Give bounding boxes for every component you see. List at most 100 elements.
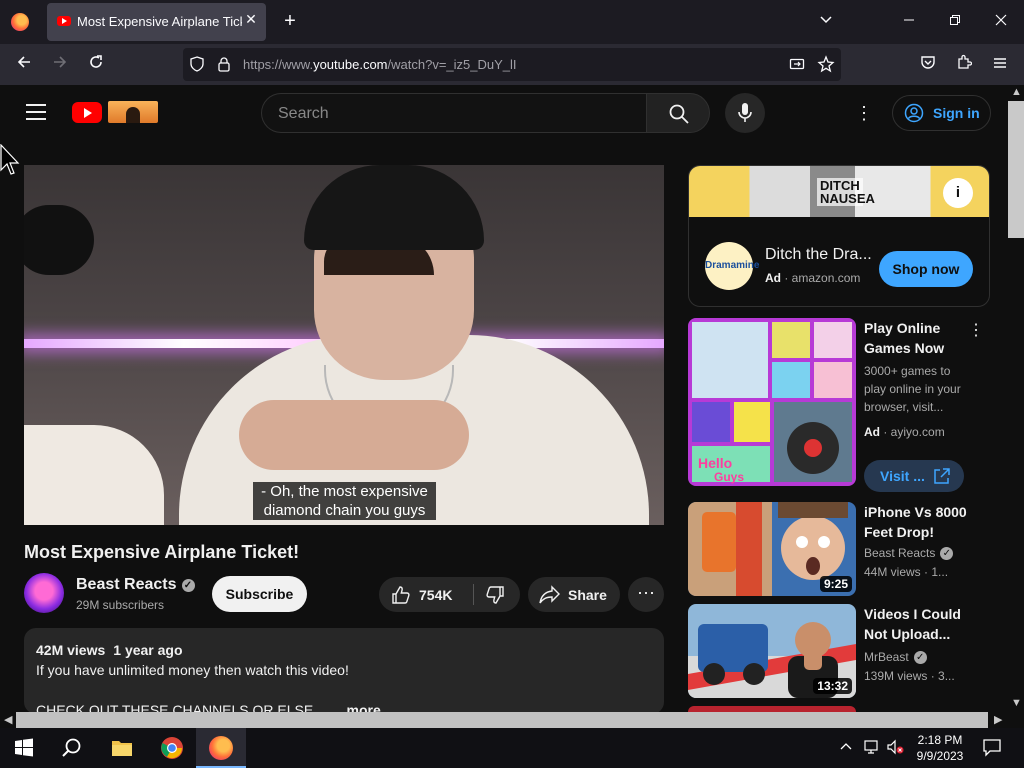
- channel-avatar[interactable]: [24, 573, 64, 613]
- file-explorer-icon[interactable]: [110, 736, 134, 760]
- youtube-header: Search ⋮ Sign in: [0, 85, 1008, 141]
- video-title: Most Expensive Airplane Ticket!: [24, 542, 300, 562]
- reload-icon[interactable]: [84, 53, 108, 77]
- sign-in-button[interactable]: Sign in: [892, 95, 991, 131]
- settings-kebab-icon[interactable]: ⋮: [852, 101, 876, 125]
- advertiser-logo: Dramamine: [705, 242, 759, 290]
- description-meta: 42M views 1 year ago: [36, 642, 183, 658]
- video-player[interactable]: - Oh, the most expensive diamond chain y…: [24, 165, 664, 525]
- related-video-title[interactable]: Videos I Could Not Upload...: [864, 604, 974, 644]
- tab-title: Most Expensive Airplane Ticket!: [77, 14, 242, 29]
- new-tab-button[interactable]: +: [279, 10, 301, 32]
- url-text[interactable]: https://www.youtube.com/watch?v=_iz5_DuY…: [243, 57, 517, 72]
- close-window-icon[interactable]: [989, 10, 1013, 32]
- ad-meta: Ad · amazon.com: [765, 271, 861, 285]
- app-menu-icon[interactable]: [988, 53, 1012, 77]
- youtube-logo-icon[interactable]: [72, 102, 102, 123]
- voice-search-button[interactable]: [725, 93, 765, 133]
- like-count: 754K: [419, 587, 453, 603]
- horizontal-scroll-thumb[interactable]: [16, 712, 988, 728]
- firefox-icon[interactable]: [11, 13, 29, 31]
- caption-line-1: - Oh, the most expensive: [261, 483, 428, 500]
- related-video-channel[interactable]: Beast Reacts ✓: [864, 546, 954, 560]
- visit-site-button[interactable]: Visit ...: [864, 460, 964, 492]
- mouse-cursor-icon: [0, 144, 20, 175]
- games-ad-domain: ayiyo.com: [890, 425, 945, 439]
- scroll-up-arrow-icon[interactable]: ▲: [1011, 86, 1022, 98]
- minimize-window-icon[interactable]: [897, 10, 921, 32]
- permissions-icon[interactable]: [789, 56, 805, 77]
- shop-now-button[interactable]: Shop now: [879, 251, 973, 287]
- chrome-icon[interactable]: [160, 736, 184, 760]
- search-placeholder: Search: [278, 105, 329, 122]
- external-link-icon: [934, 468, 950, 484]
- search-button[interactable]: [646, 93, 710, 133]
- games-ad-kebab-icon[interactable]: ⋮: [968, 320, 984, 340]
- microphone-icon: [738, 103, 752, 122]
- sidebar-games-ad[interactable]: Hello Guys Play Online Games Now ⋮ 3000+…: [688, 318, 993, 494]
- search-icon[interactable]: [60, 736, 84, 760]
- taskbar-clock[interactable]: 2:18 PM 9/9/2023: [912, 732, 968, 764]
- games-ad-title[interactable]: Play Online Games Now: [864, 318, 974, 358]
- related-video-thumbnail[interactable]: 9:25: [688, 502, 856, 596]
- ad-banner-image[interactable]: DITCH NAUSEA i: [689, 166, 989, 217]
- clock-date: 9/9/2023: [916, 749, 964, 763]
- scroll-right-arrow-icon[interactable]: ▶: [994, 713, 1002, 726]
- volume-muted-icon[interactable]: [886, 739, 904, 760]
- firefox-taskbar-button[interactable]: [196, 728, 246, 768]
- windows-start-icon[interactable]: [12, 736, 36, 760]
- tracking-protection-shield-icon[interactable]: [189, 56, 205, 77]
- vertical-scroll-thumb[interactable]: [1008, 101, 1024, 238]
- ad-banner-text: DITCH NAUSEA: [817, 178, 875, 206]
- lock-icon[interactable]: [217, 56, 231, 77]
- ad-info-icon[interactable]: i: [943, 178, 973, 208]
- ad-label: Ad: [765, 271, 781, 285]
- search-input[interactable]: Search: [261, 93, 646, 133]
- channel-name-link[interactable]: Beast Reacts ✓: [76, 576, 195, 594]
- verified-badge-icon: ✓: [181, 579, 195, 592]
- pocket-icon[interactable]: [916, 53, 940, 77]
- related-video-item[interactable]: 13:32 Videos I Could Not Upload... MrBea…: [688, 604, 993, 698]
- sidebar-ad-card[interactable]: DITCH NAUSEA i Dramamine Ditch the Dra..…: [688, 165, 990, 307]
- clock-time: 2:18 PM: [917, 733, 963, 747]
- restore-window-icon[interactable]: [943, 10, 967, 32]
- list-all-tabs-icon[interactable]: [814, 10, 838, 32]
- ad-title[interactable]: Ditch the Dra...: [765, 246, 872, 264]
- video-duration: 13:32: [813, 678, 852, 694]
- browser-tab-active[interactable]: Most Expensive Airplane Ticket! ✕: [47, 3, 266, 41]
- notifications-icon[interactable]: [982, 737, 1002, 762]
- svg-text:Hello: Hello: [698, 455, 732, 471]
- subscribe-button[interactable]: Subscribe: [212, 576, 307, 612]
- games-ad-thumbnail[interactable]: Hello Guys: [688, 318, 856, 486]
- extensions-puzzle-icon[interactable]: [952, 53, 976, 77]
- scroll-left-arrow-icon[interactable]: ◀: [4, 713, 12, 726]
- related-video-thumbnail[interactable]: 13:32: [688, 604, 856, 698]
- youtube-doodle-logo[interactable]: [108, 101, 158, 123]
- network-icon[interactable]: [862, 739, 880, 760]
- forward-arrow-icon[interactable]: [48, 53, 72, 77]
- games-ad-description: 3000+ games to play online in your brows…: [864, 364, 961, 414]
- guide-menu-icon[interactable]: [26, 104, 46, 120]
- upload-age: 1 year ago: [113, 642, 183, 658]
- firefox-icon: [209, 736, 233, 760]
- dislike-button[interactable]: [474, 577, 520, 612]
- related-video-channel[interactable]: MrBeast ✓: [864, 650, 927, 664]
- like-button[interactable]: 754K: [379, 577, 473, 612]
- verified-badge-icon: ✓: [940, 547, 954, 560]
- description-box[interactable]: 42M views 1 year ago If you have unlimite…: [24, 628, 664, 714]
- scroll-down-arrow-icon[interactable]: ▼: [1011, 697, 1022, 709]
- more-actions-icon[interactable]: ⋯: [628, 577, 664, 612]
- close-tab-icon[interactable]: ✕: [243, 11, 259, 27]
- bookmark-star-icon[interactable]: [817, 55, 835, 78]
- share-button[interactable]: Share: [528, 577, 620, 612]
- show-hidden-icons-chevron-icon[interactable]: [840, 740, 852, 758]
- games-ad-meta: Ad · ayiyo.com: [864, 425, 945, 439]
- related-video-item[interactable]: 9:25 iPhone Vs 8000 Feet Drop! Beast Rea…: [688, 502, 993, 596]
- back-arrow-icon[interactable]: [12, 53, 36, 77]
- related-video-title[interactable]: iPhone Vs 8000 Feet Drop!: [864, 502, 974, 542]
- address-bar[interactable]: https://www.youtube.com/watch?v=_iz5_DuY…: [183, 48, 841, 81]
- windows-taskbar: [0, 728, 1024, 768]
- youtube-favicon-icon: [57, 16, 71, 26]
- caption-line-2: diamond chain you guys: [263, 502, 426, 519]
- view-count: 42M views: [36, 642, 106, 658]
